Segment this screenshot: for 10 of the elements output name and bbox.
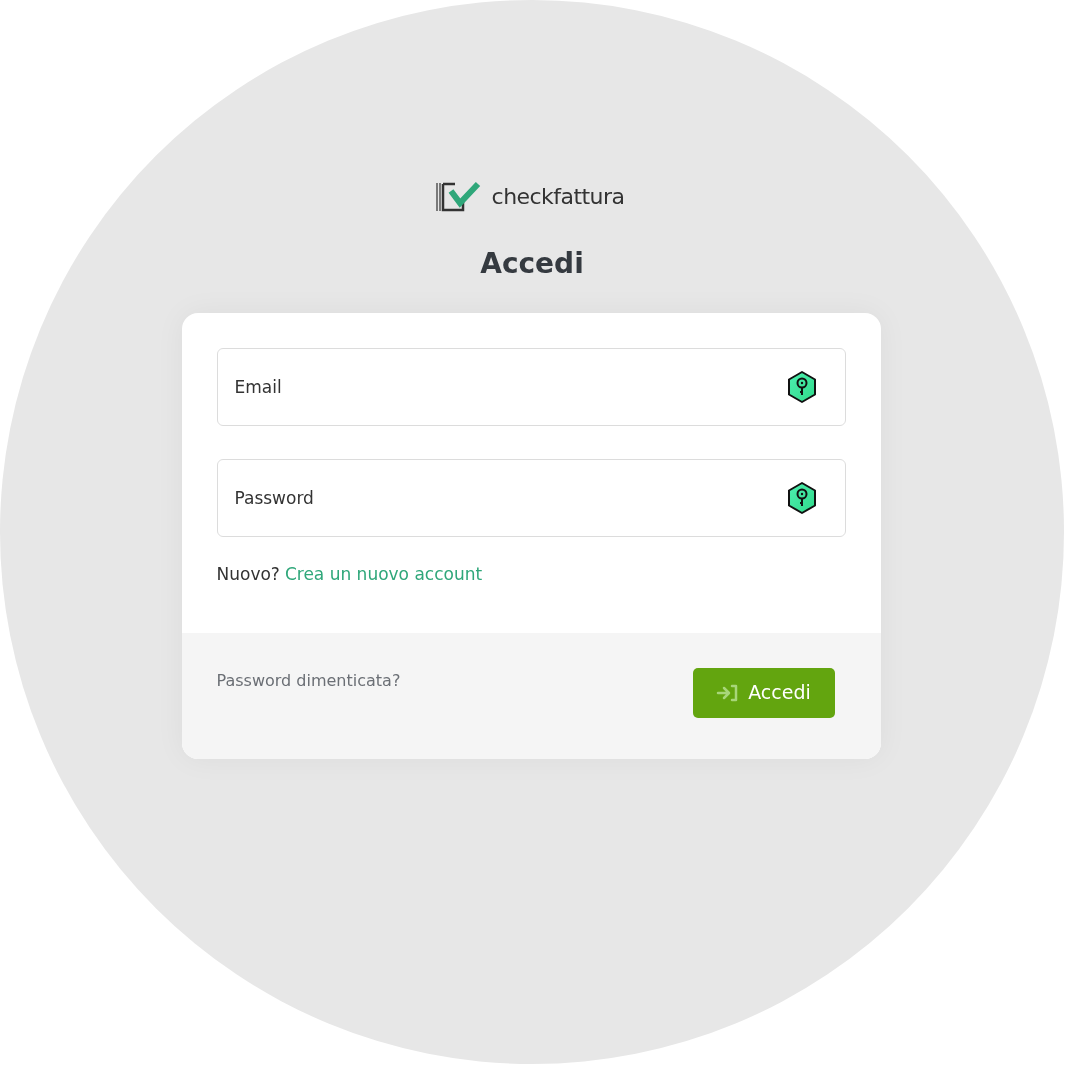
login-button[interactable]: Accedi xyxy=(692,667,835,718)
input-field[interactable]: Password xyxy=(216,459,846,537)
brand-name: checkfattura xyxy=(491,183,625,211)
signup-prompt: Nuovo? xyxy=(216,563,280,586)
forgot-password-link[interactable]: Password dimenticata? xyxy=(216,668,401,693)
key-icon[interactable] xyxy=(785,370,818,404)
page-title: Accedi xyxy=(480,246,584,282)
signup-link[interactable]: Crea un nuovo account xyxy=(284,562,483,588)
input-field[interactable]: Email xyxy=(216,348,846,426)
key-icon[interactable] xyxy=(785,481,818,515)
